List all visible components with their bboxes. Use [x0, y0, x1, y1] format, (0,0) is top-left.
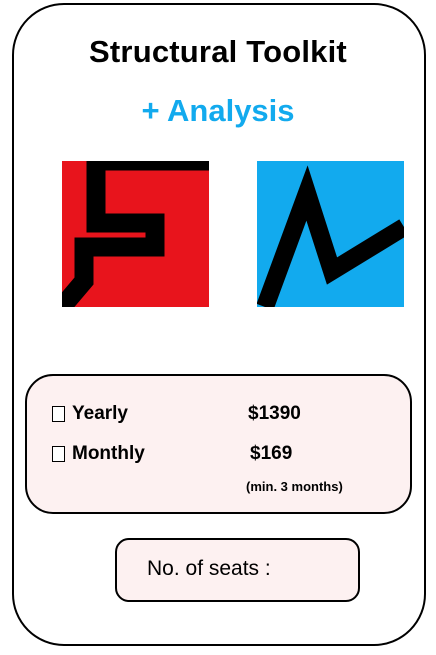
- blue-n-logo-icon: [257, 161, 404, 307]
- yearly-label: Yearly: [72, 403, 128, 424]
- yearly-checkbox[interactable]: [52, 406, 65, 422]
- monthly-option[interactable]: Monthly: [52, 443, 145, 465]
- monthly-price: $169: [250, 443, 293, 464]
- yearly-option[interactable]: Yearly: [52, 403, 128, 425]
- red-s-logo-icon: [62, 161, 209, 307]
- monthly-checkbox[interactable]: [52, 446, 65, 462]
- seats-field[interactable]: No. of seats :: [115, 538, 360, 602]
- monthly-label: Monthly: [72, 443, 145, 464]
- product-title: Structural Toolkit: [89, 34, 347, 69]
- product-subtitle: + Analysis: [141, 93, 295, 128]
- yearly-price: $1390: [248, 403, 301, 424]
- seats-label: No. of seats :: [147, 557, 271, 580]
- monthly-minimum-note: (min. 3 months): [246, 479, 343, 494]
